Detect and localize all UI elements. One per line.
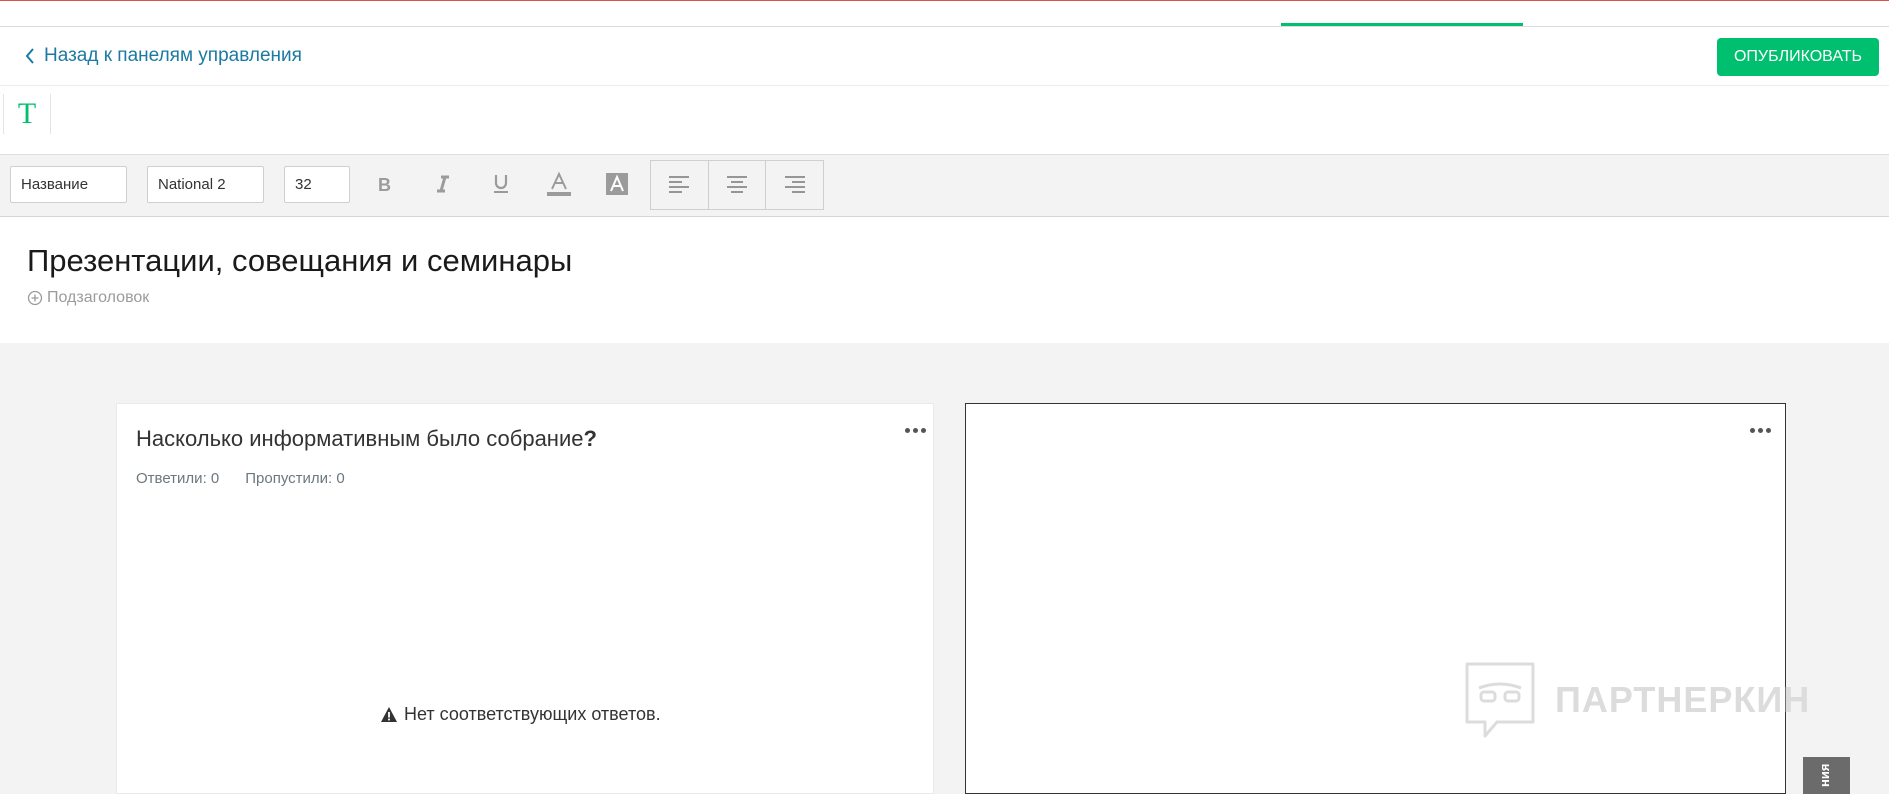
back-link-label: Назад к панелям управления [44, 45, 302, 66]
font-family-select[interactable]: National 2 [147, 166, 264, 203]
question-title: Насколько информативным было собрание? [136, 426, 597, 452]
text-color-icon[interactable] [543, 168, 575, 200]
back-to-dashboards-link[interactable]: Назад к панелям управления [24, 45, 302, 67]
highlight-color-icon[interactable] [601, 168, 633, 200]
question-title-text: Насколько информативным было собрание [136, 426, 584, 451]
answered-count: Ответили: 0 [136, 470, 220, 487]
question-title-suffix: ? [583, 426, 597, 451]
italic-icon[interactable] [427, 168, 459, 200]
text-align-group [650, 160, 824, 210]
more-options-icon[interactable] [902, 424, 928, 436]
chevron-left-icon [25, 48, 34, 64]
format-toolbar: Название National 2 32 B [0, 155, 1889, 217]
text-style-select[interactable]: Название [10, 166, 127, 203]
align-left-icon[interactable] [651, 161, 709, 209]
svg-text:B: B [378, 175, 391, 194]
chat-bubble-logo-icon [1465, 662, 1535, 738]
top-nav-bar [0, 0, 1889, 27]
side-feedback-tab[interactable]: ния [1803, 757, 1850, 794]
page-title[interactable]: Презентации, совещания и семинары [27, 243, 572, 279]
side-tab-label: ния [1817, 763, 1832, 787]
more-options-icon[interactable] [1747, 424, 1773, 436]
publish-button[interactable]: ОПУБЛИКОВАТЬ [1717, 38, 1879, 76]
add-subtitle-label: Подзаголовок [47, 289, 150, 306]
watermark: ПАРТНЕРКИН [1463, 660, 1810, 740]
skipped-count: Пропустили: 0 [245, 470, 345, 487]
text-tool-button[interactable]: T [3, 94, 51, 134]
underline-icon[interactable] [485, 168, 517, 200]
font-size-input[interactable]: 32 [284, 166, 350, 203]
active-tab-indicator [1281, 23, 1523, 26]
watermark-text: ПАРТНЕРКИН [1555, 679, 1811, 720]
page-title-area: Презентации, совещания и семинары Подзаг… [0, 217, 1889, 343]
tools-row: T [0, 86, 1889, 155]
bold-icon[interactable]: B [368, 168, 400, 200]
align-right-icon[interactable] [766, 161, 823, 209]
warning-icon [381, 707, 397, 722]
empty-state-message: Нет соответствующих ответов. [404, 704, 661, 724]
empty-state: Нет соответствующих ответов. [380, 704, 661, 725]
plus-circle-icon [27, 290, 43, 306]
align-center-icon[interactable] [709, 161, 767, 209]
editor-header: Назад к панелям управления ОПУБЛИКОВАТЬ [0, 27, 1889, 86]
response-stats: Ответили: 0 Пропустили: 0 [136, 470, 345, 487]
add-subtitle-link[interactable]: Подзаголовок [27, 289, 149, 307]
question-card: Насколько информативным было собрание? О… [116, 403, 934, 794]
